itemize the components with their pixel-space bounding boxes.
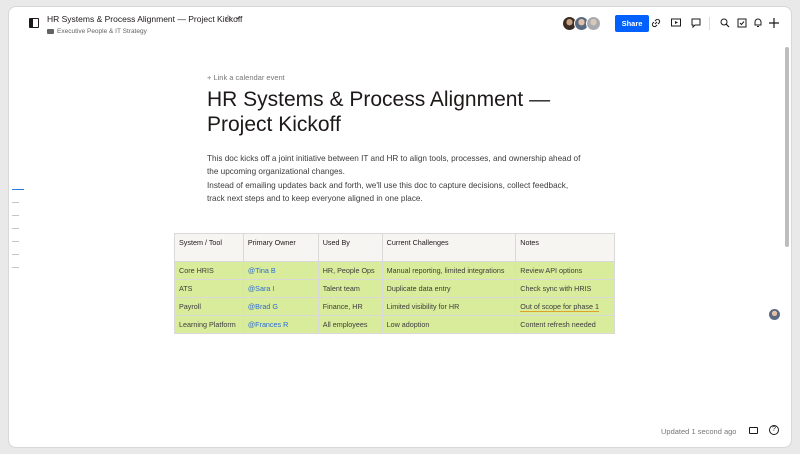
table-cell[interactable]: All employees <box>317 315 383 334</box>
link-calendar-event[interactable]: + Link a calendar event <box>207 73 285 82</box>
plus-icon[interactable] <box>768 16 780 30</box>
comment-avatar[interactable] <box>769 309 780 320</box>
table-cell[interactable]: Talent team <box>317 279 383 298</box>
table-row: Payroll @Brad G Finance, HR Limited visi… <box>174 297 615 316</box>
chevron-down-icon[interactable]: ⌄ <box>235 13 241 21</box>
table-cell[interactable]: Finance, HR <box>317 297 383 316</box>
intro-paragraph[interactable]: This doc kicks off a joint initiative be… <box>207 152 587 178</box>
collaborator-avatars[interactable] <box>562 16 601 31</box>
column-header[interactable]: Current Challenges <box>381 233 517 262</box>
owner-mention[interactable]: @Frances R <box>242 315 319 334</box>
search-icon[interactable] <box>719 16 731 30</box>
scrollbar[interactable] <box>785 47 789 247</box>
breadcrumb[interactable]: Executive People & IT Strategy <box>47 28 147 35</box>
commented-text[interactable]: Out of scope for phase 1 <box>520 302 599 312</box>
table-cell[interactable]: Core HRIS <box>174 261 244 280</box>
folder-icon <box>47 29 54 34</box>
table-cell[interactable]: Review API options <box>515 261 615 280</box>
table-cell[interactable]: Check sync with HRIS <box>515 279 615 298</box>
outline-item[interactable] <box>12 189 24 190</box>
bell-icon[interactable] <box>752 16 764 30</box>
owner-mention[interactable]: @Sara I <box>242 279 319 298</box>
outline-item[interactable] <box>12 254 19 255</box>
table-row: Core HRIS @Tina B HR, People Ops Manual … <box>174 261 615 280</box>
page-title[interactable]: HR Systems & Process Alignment — Project… <box>207 87 607 137</box>
column-header[interactable]: Notes <box>515 233 615 262</box>
table-header-row: System / Tool Primary Owner Used By Curr… <box>174 233 615 262</box>
table-row: ATS @Sara I Talent team Duplicate data e… <box>174 279 615 298</box>
outline-item[interactable] <box>12 267 19 268</box>
help-icon[interactable]: ? <box>769 425 779 435</box>
outline-item[interactable] <box>12 215 19 216</box>
breadcrumb-folder[interactable]: Executive People & IT Strategy <box>57 28 147 35</box>
systems-table[interactable]: System / Tool Primary Owner Used By Curr… <box>174 233 615 334</box>
table-row: Learning Platform @Frances R All employe… <box>174 315 615 334</box>
app-window: HR Systems & Process Alignment — Project… <box>8 6 792 448</box>
table-cell[interactable]: ATS <box>174 279 244 298</box>
column-header[interactable]: System / Tool <box>174 233 244 262</box>
table-cell[interactable]: Low adoption <box>381 315 517 334</box>
outline-item[interactable] <box>12 202 19 203</box>
owner-mention[interactable]: @Tina B <box>242 261 319 280</box>
table-cell[interactable]: Limited visibility for HR <box>381 297 517 316</box>
document-title-header[interactable]: HR Systems & Process Alignment — Project… <box>47 14 242 24</box>
column-header[interactable]: Used By <box>317 233 383 262</box>
top-bar: HR Systems & Process Alignment — Project… <box>9 7 791 41</box>
outline-item[interactable] <box>12 228 19 229</box>
table-cell[interactable]: HR, People Ops <box>317 261 383 280</box>
table-cell[interactable]: Duplicate data entry <box>381 279 517 298</box>
last-updated-status: Updated 1 second ago <box>661 427 737 436</box>
outline-item[interactable] <box>12 241 19 242</box>
toolbar-divider <box>709 17 710 30</box>
table-cell[interactable]: Content refresh needed <box>515 315 615 334</box>
link-icon[interactable] <box>650 16 662 30</box>
share-button[interactable]: Share <box>615 15 649 32</box>
intro-paragraph[interactable]: Instead of emailing updates back and for… <box>207 179 587 205</box>
comment-icon[interactable] <box>690 16 702 30</box>
task-icon[interactable] <box>736 16 748 30</box>
table-cell[interactable]: Out of scope for phase 1 <box>515 297 615 316</box>
keyboard-icon[interactable] <box>749 427 758 434</box>
document-outline[interactable] <box>12 189 24 280</box>
present-icon[interactable] <box>670 16 682 30</box>
sidebar-toggle-icon[interactable] <box>29 18 39 28</box>
avatar[interactable] <box>586 16 601 31</box>
table-cell[interactable]: Payroll <box>174 297 244 316</box>
star-icon[interactable]: ☆ <box>224 13 232 24</box>
table-cell[interactable]: Learning Platform <box>174 315 244 334</box>
owner-mention[interactable]: @Brad G <box>242 297 319 316</box>
column-header[interactable]: Primary Owner <box>242 233 319 262</box>
table-cell[interactable]: Manual reporting, limited integrations <box>381 261 517 280</box>
